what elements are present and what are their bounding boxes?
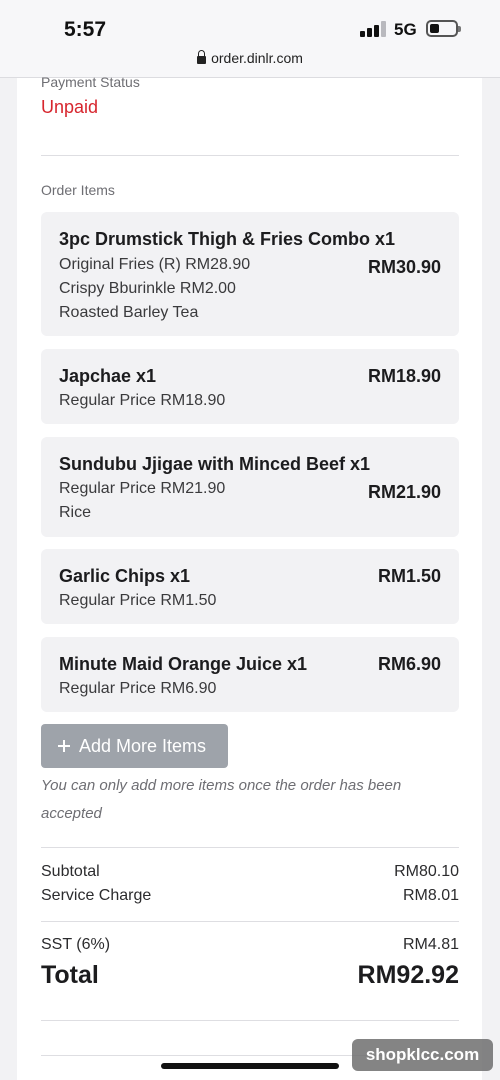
item-price: RM21.90	[367, 482, 441, 502]
item-name: Japchae x1	[59, 366, 157, 386]
order-item: Japchae x1 Regular Price RM18.90 RM18.90	[41, 349, 459, 424]
order-card: Payment Status Unpaid Order Items 3pc Dr…	[17, 74, 482, 1080]
add-more-items-button[interactable]: Add More Items	[41, 724, 228, 768]
divider	[41, 921, 459, 922]
order-item: Garlic Chips x1 Regular Price RM1.50 RM1…	[41, 549, 459, 624]
sst-label: SST (6%)	[41, 936, 111, 953]
order-items-label: Order Items	[41, 182, 115, 198]
total-value: RM92.92	[357, 961, 459, 989]
item-price: RM30.90	[367, 257, 441, 277]
item-name: 3pc Drumstick Thigh & Fries Combo x1	[59, 229, 396, 249]
clock: 5:57	[64, 18, 107, 41]
item-name: Sundubu Jjigae with Minced Beef x1	[59, 454, 371, 474]
payment-status-value: Unpaid	[41, 97, 99, 117]
item-detail: Regular Price RM1.50	[59, 592, 217, 609]
item-detail: Roasted Barley Tea	[59, 304, 199, 321]
service-charge-value: RM8.01	[402, 887, 459, 904]
divider	[41, 155, 459, 156]
divider	[41, 1020, 459, 1021]
order-item: Minute Maid Orange Juice x1 Regular Pric…	[41, 637, 459, 712]
watermark: shopklcc.com	[352, 1039, 493, 1071]
plus-icon	[58, 740, 70, 752]
item-detail: Crispy Bburinkle RM2.00	[59, 280, 236, 297]
add-items-note: You can only add more items once the ord…	[41, 777, 402, 822]
item-price: RM18.90	[367, 366, 441, 386]
service-charge-label: Service Charge	[41, 887, 152, 904]
status-bar: 5:57 5G order.dinlr.com	[0, 0, 500, 78]
home-indicator	[161, 1063, 339, 1069]
item-name: Minute Maid Orange Juice x1	[59, 654, 308, 674]
network-type: 5G	[394, 20, 417, 39]
item-detail: Original Fries (R) RM28.90	[59, 256, 251, 273]
item-price: RM1.50	[377, 566, 441, 586]
url-text: order.dinlr.com	[211, 50, 303, 66]
item-detail: Regular Price RM18.90	[59, 392, 226, 409]
battery-icon	[426, 20, 461, 37]
add-more-items-label: Add More Items	[79, 735, 207, 756]
subtotal-value: RM80.10	[394, 863, 459, 880]
divider	[41, 847, 459, 848]
item-detail: Regular Price RM6.90	[59, 680, 217, 697]
item-detail: Rice	[59, 504, 92, 521]
payment-status-label: Payment Status	[41, 74, 140, 90]
sst-value: RM4.81	[402, 936, 459, 953]
subtotal-label: Subtotal	[41, 863, 100, 880]
item-price: RM6.90	[377, 654, 441, 674]
order-item: 3pc Drumstick Thigh & Fries Combo x1 Ori…	[41, 212, 459, 336]
total-label: Total	[41, 961, 99, 989]
address-bar[interactable]: order.dinlr.com	[0, 50, 500, 66]
item-name: Garlic Chips x1	[59, 566, 191, 586]
item-detail: Regular Price RM21.90	[59, 480, 226, 497]
order-item: Sundubu Jjigae with Minced Beef x1 Regul…	[41, 437, 459, 537]
lock-icon	[197, 50, 207, 64]
signal-icon	[360, 21, 386, 37]
